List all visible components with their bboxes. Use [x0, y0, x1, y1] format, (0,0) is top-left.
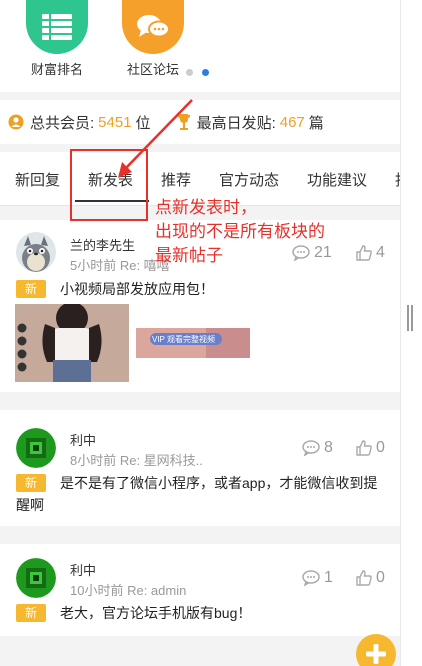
annotation-line: 出现的不是所有板块的	[155, 222, 325, 241]
new-post-fab[interactable]	[356, 634, 396, 666]
resize-handle[interactable]	[407, 305, 413, 331]
forum-page: 财富排名 社区论坛 总共会员: 5451 位 最高日发贴: 467 篇 新回复 …	[0, 0, 400, 666]
annotation-line: 点新发表时，	[155, 198, 257, 217]
plus-icon	[366, 644, 386, 664]
annotation-note: 点新发表时， 出现的不是所有板块的 最新帖子	[155, 196, 325, 268]
side-gutter	[400, 0, 422, 666]
annotation-line: 最新帖子	[155, 246, 223, 265]
annotation-arrow	[118, 99, 193, 178]
